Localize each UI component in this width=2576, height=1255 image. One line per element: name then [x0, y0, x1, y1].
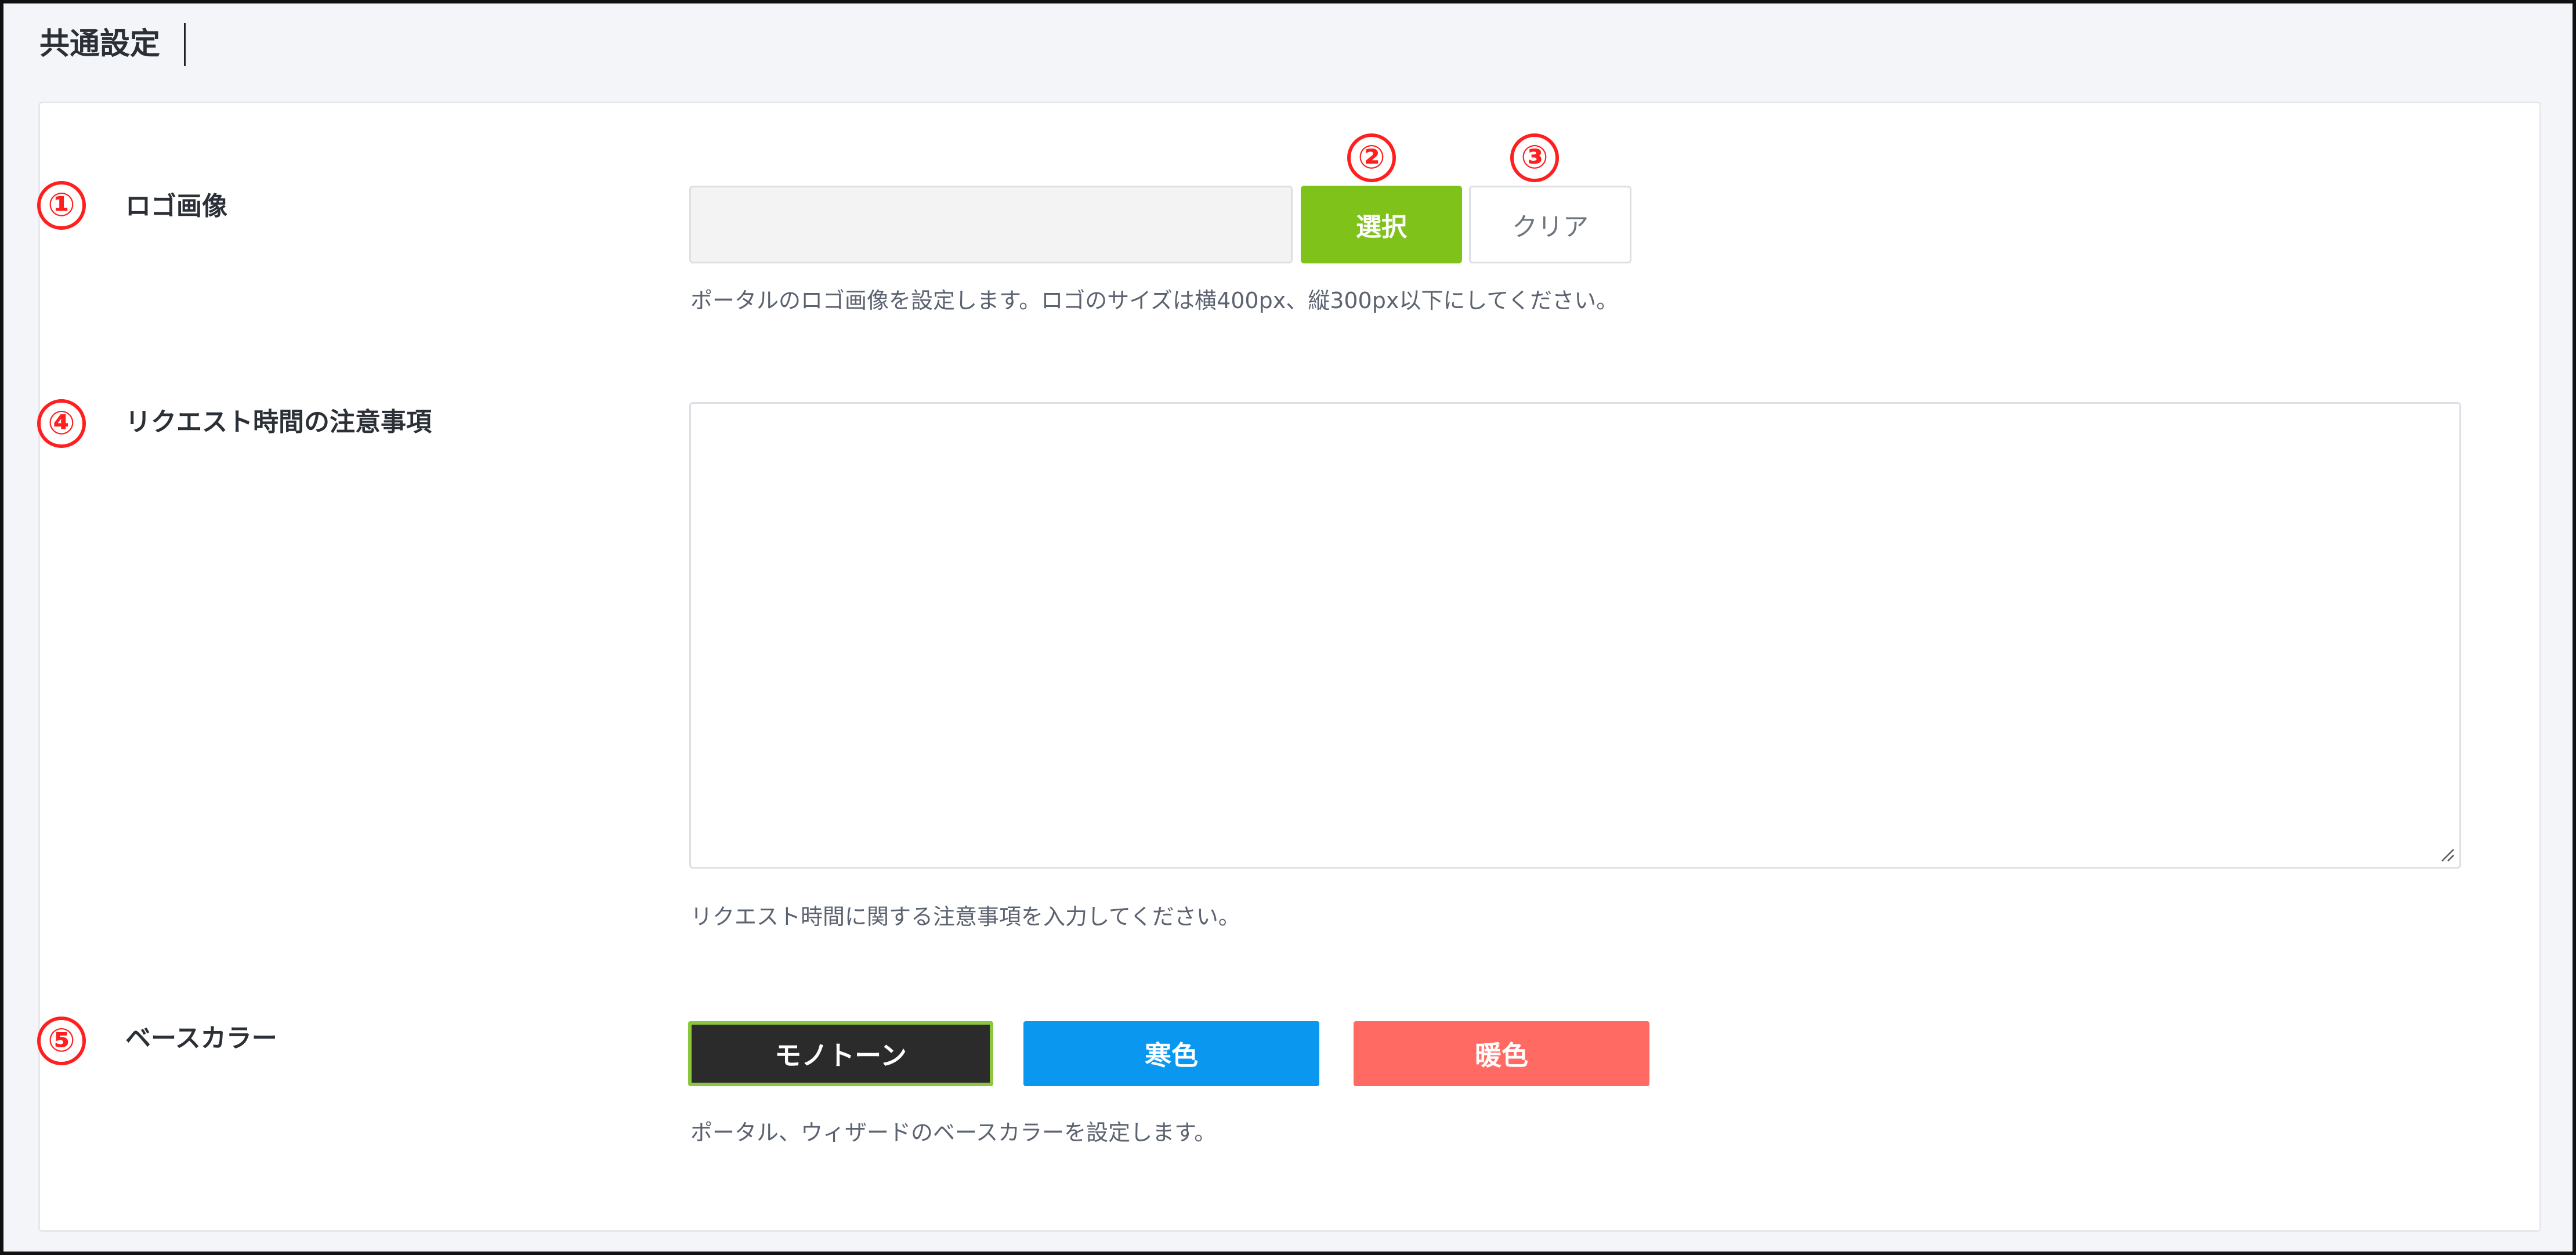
badge-2-icon: ② — [1347, 133, 1396, 182]
logo-image-help: ポータルのロゴ画像を設定します。ロゴのサイズは横400px、縦300px以下にし… — [690, 288, 1619, 313]
clear-button[interactable]: クリア — [1469, 186, 1631, 263]
select-button[interactable]: 選択 — [1301, 186, 1462, 263]
badge-4-icon: ④ — [37, 399, 86, 448]
text-caret — [184, 23, 186, 66]
warm-color-button[interactable]: 暖色 — [1354, 1021, 1649, 1086]
badge-3-icon: ③ — [1510, 133, 1559, 182]
logo-image-label: ロゴ画像 — [125, 191, 227, 221]
base-color-label: ベースカラー — [125, 1023, 277, 1053]
base-color-help: ポータル、ウィザードのベースカラーを設定します。 — [690, 1120, 1217, 1145]
request-notice-textarea[interactable] — [689, 402, 2461, 869]
page-title: 共通設定 — [39, 27, 161, 62]
badge-1-icon: ① — [37, 181, 86, 230]
cool-color-button[interactable]: 寒色 — [1023, 1021, 1319, 1086]
logo-image-field[interactable] — [689, 186, 1293, 263]
request-notice-label: リクエスト時間の注意事項 — [125, 407, 432, 437]
badge-5-icon: ⑤ — [37, 1017, 86, 1065]
monotone-color-button[interactable]: モノトーン — [688, 1021, 993, 1086]
resize-grip-icon[interactable] — [2440, 847, 2455, 862]
request-notice-help: リクエスト時間に関する注意事項を入力してください。 — [690, 904, 1240, 930]
